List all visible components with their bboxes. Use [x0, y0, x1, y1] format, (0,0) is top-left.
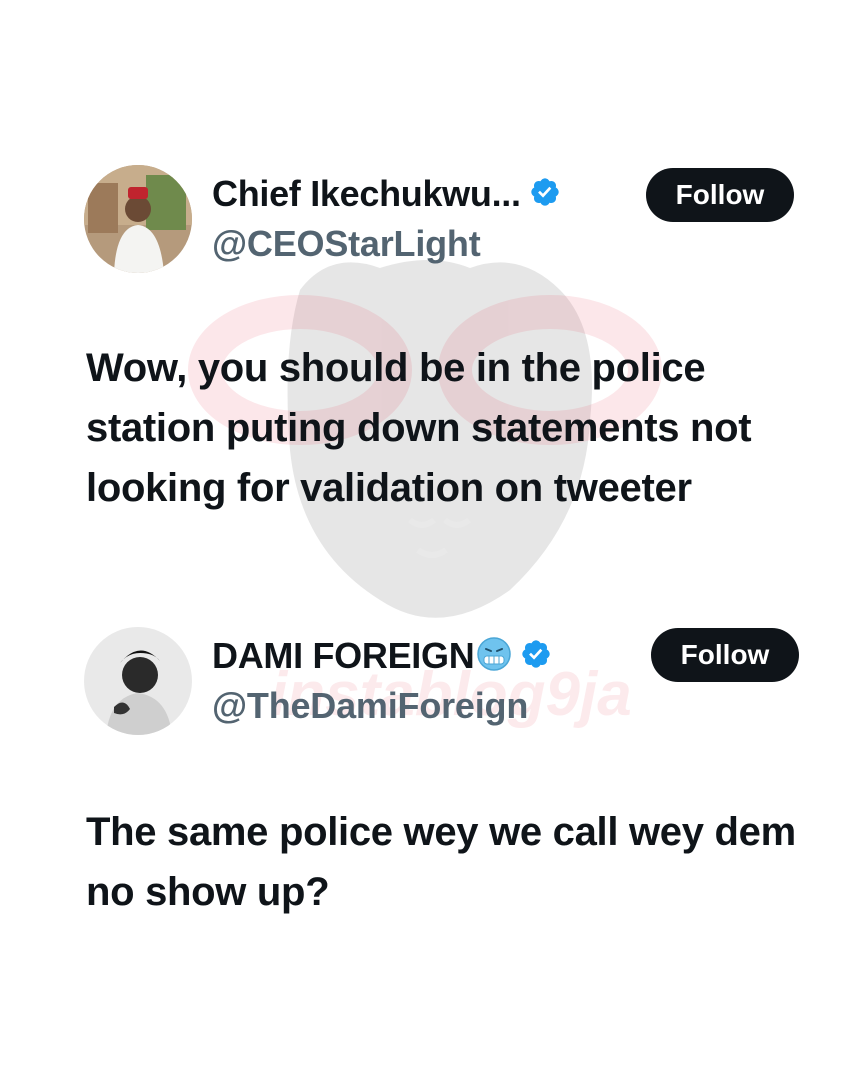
avatar[interactable]: [84, 165, 192, 273]
follow-button[interactable]: Follow: [651, 628, 799, 682]
follow-button[interactable]: Follow: [646, 168, 794, 222]
name-row: DAMI FOREIGN: [212, 635, 552, 677]
name-row: Chief Ikechukwu...: [212, 173, 561, 215]
display-name[interactable]: Chief Ikechukwu...: [212, 173, 521, 215]
verified-badge-icon: [529, 176, 561, 213]
handle[interactable]: @CEOStarLight: [212, 223, 481, 265]
display-name[interactable]: DAMI FOREIGN: [212, 635, 475, 677]
cold-face-emoji-icon: [476, 636, 512, 677]
avatar[interactable]: [84, 627, 192, 735]
tweet-header-1: Chief Ikechukwu... @CEOStarLight Follow: [0, 165, 866, 275]
avatar-photo-icon: [84, 627, 192, 735]
tweet-text: Wow, you should be in the police station…: [86, 346, 752, 510]
tweet-header-2: DAMI FOREIGN @TheDamiForeign Follow: [0, 627, 866, 737]
handle[interactable]: @TheDamiForeign: [212, 685, 528, 727]
avatar-photo-icon: [84, 165, 192, 273]
tweet-text: The same police wey we call wey dem no s…: [86, 810, 796, 914]
verified-badge-icon: [520, 638, 552, 675]
